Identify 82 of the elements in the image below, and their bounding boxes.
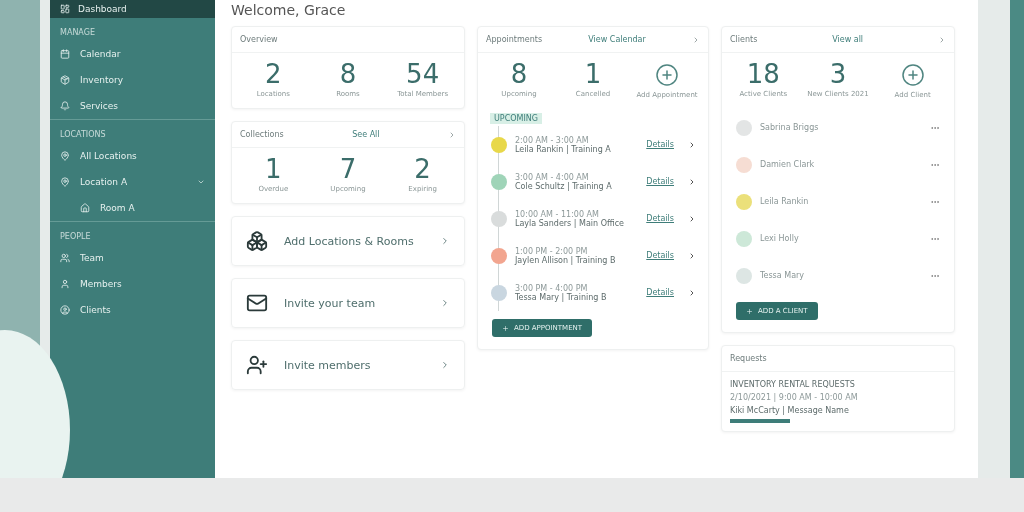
person-circle-icon: [60, 305, 70, 315]
house-icon: [80, 203, 90, 213]
stat-value: 7: [339, 154, 357, 186]
appointment-text: Tessa Mary | Training B: [515, 292, 608, 302]
plus-icon: [502, 324, 509, 332]
client-name: Tessa Mary: [760, 271, 806, 280]
stat-value: 18: [746, 59, 780, 91]
request-heading: INVENTORY RENTAL REQUESTS: [730, 380, 856, 389]
sidebar-item[interactable]: Location A: [50, 169, 215, 195]
details-link[interactable]: Details: [646, 214, 674, 223]
sidebar-item[interactable]: Clients: [50, 297, 215, 323]
stat-value: 2: [265, 59, 282, 91]
calendar-icon: [60, 49, 70, 59]
chevron-icon[interactable]: [688, 288, 696, 297]
dashboard-icon: [60, 4, 70, 14]
chevron-icon[interactable]: [688, 140, 696, 149]
action-card[interactable]: Add Locations & Rooms: [231, 216, 465, 267]
sidebar-item[interactable]: All Locations: [50, 143, 215, 169]
stat-value: 8: [510, 59, 528, 91]
add-person-icon: [246, 354, 268, 377]
sidebar-item[interactable]: Room A: [50, 195, 215, 221]
request-text: Kiki McCarty | Message Name: [730, 406, 850, 415]
action-card[interactable]: Invite your team: [231, 278, 465, 329]
add-icon[interactable]: [900, 63, 925, 87]
stat-value: 8: [339, 59, 357, 91]
card-title: Collections: [240, 130, 284, 140]
person-icon: [60, 279, 70, 289]
pin-icon: [60, 177, 70, 187]
welcome-title: Welcome, Grace: [231, 2, 347, 20]
action-card[interactable]: Invite members: [231, 340, 465, 391]
client-name: Lexi Holly: [760, 234, 800, 243]
client-name: Damien Clark: [760, 160, 816, 169]
chevron-icon[interactable]: [688, 214, 696, 223]
appointment-text: Leila Rankin | Training A: [515, 144, 612, 154]
request-time: 2/10/2021 | 9:00 AM - 10:00 AM: [730, 393, 859, 402]
sidebar-item[interactable]: Inventory: [50, 67, 215, 93]
view-all-link[interactable]: View all: [832, 35, 864, 44]
appointment-time: 3:00 PM - 4:00 PM: [515, 283, 589, 293]
stat-value: 1: [584, 59, 602, 90]
sidebar-item[interactable]: Members: [50, 271, 215, 297]
appointment-text: Jaylen Allison | Training B: [515, 255, 617, 265]
appointment-text: Cole Schultz | Training A: [515, 181, 613, 191]
details-link[interactable]: Details: [646, 140, 674, 149]
sidebar-item[interactable]: Team: [50, 245, 215, 271]
sidebar-item[interactable]: Dashboard: [50, 0, 215, 18]
details-link[interactable]: Details: [646, 177, 674, 186]
client-name: Leila Rankin: [760, 197, 810, 206]
bell-icon: [60, 101, 70, 111]
appointment-time: 2:00 AM - 3:00 AM: [515, 135, 590, 145]
details-link[interactable]: Details: [646, 251, 674, 260]
appointment-text: Layla Sanders | Main Office: [515, 218, 626, 228]
chevron-icon[interactable]: [688, 177, 696, 186]
people-icon: [60, 253, 70, 263]
sidebar-item[interactable]: Calendar: [50, 41, 215, 67]
stat-value: 1: [265, 154, 282, 185]
plus-icon: [746, 307, 753, 315]
stat-value: 2: [414, 154, 431, 186]
cubes-icon: [246, 230, 268, 253]
appointment-time: 3:00 AM - 4:00 AM: [515, 172, 590, 182]
status-badge: UPCOMING: [490, 113, 542, 124]
view-calendar-link[interactable]: View Calendar: [588, 35, 646, 44]
chevron-icon: [440, 360, 450, 371]
card-title: Overview: [240, 35, 278, 44]
appointment-time: 10:00 AM - 11:00 AM: [515, 209, 600, 219]
see-all-link[interactable]: See All: [352, 130, 380, 140]
card-title: Appointments: [486, 35, 543, 44]
section-title: MANAGE: [59, 27, 96, 39]
box-icon: [60, 75, 70, 85]
client-name: Sabrina Briggs: [760, 123, 820, 132]
stat-value: 54: [406, 59, 440, 90]
chevron-icon: [440, 236, 450, 247]
pin-icon: [60, 151, 70, 161]
add-icon[interactable]: [655, 63, 679, 87]
card-title: Requests: [730, 354, 767, 363]
details-link[interactable]: Details: [646, 288, 674, 297]
stat-value: 3: [829, 59, 847, 90]
appointment-time: 1:00 PM - 2:00 PM: [515, 246, 589, 256]
chevron-icon: [440, 298, 450, 309]
card-title: Clients: [730, 35, 758, 44]
sidebar-item[interactable]: Services: [50, 93, 215, 119]
chevron-icon[interactable]: [688, 251, 696, 260]
accent-bar: [730, 419, 790, 423]
